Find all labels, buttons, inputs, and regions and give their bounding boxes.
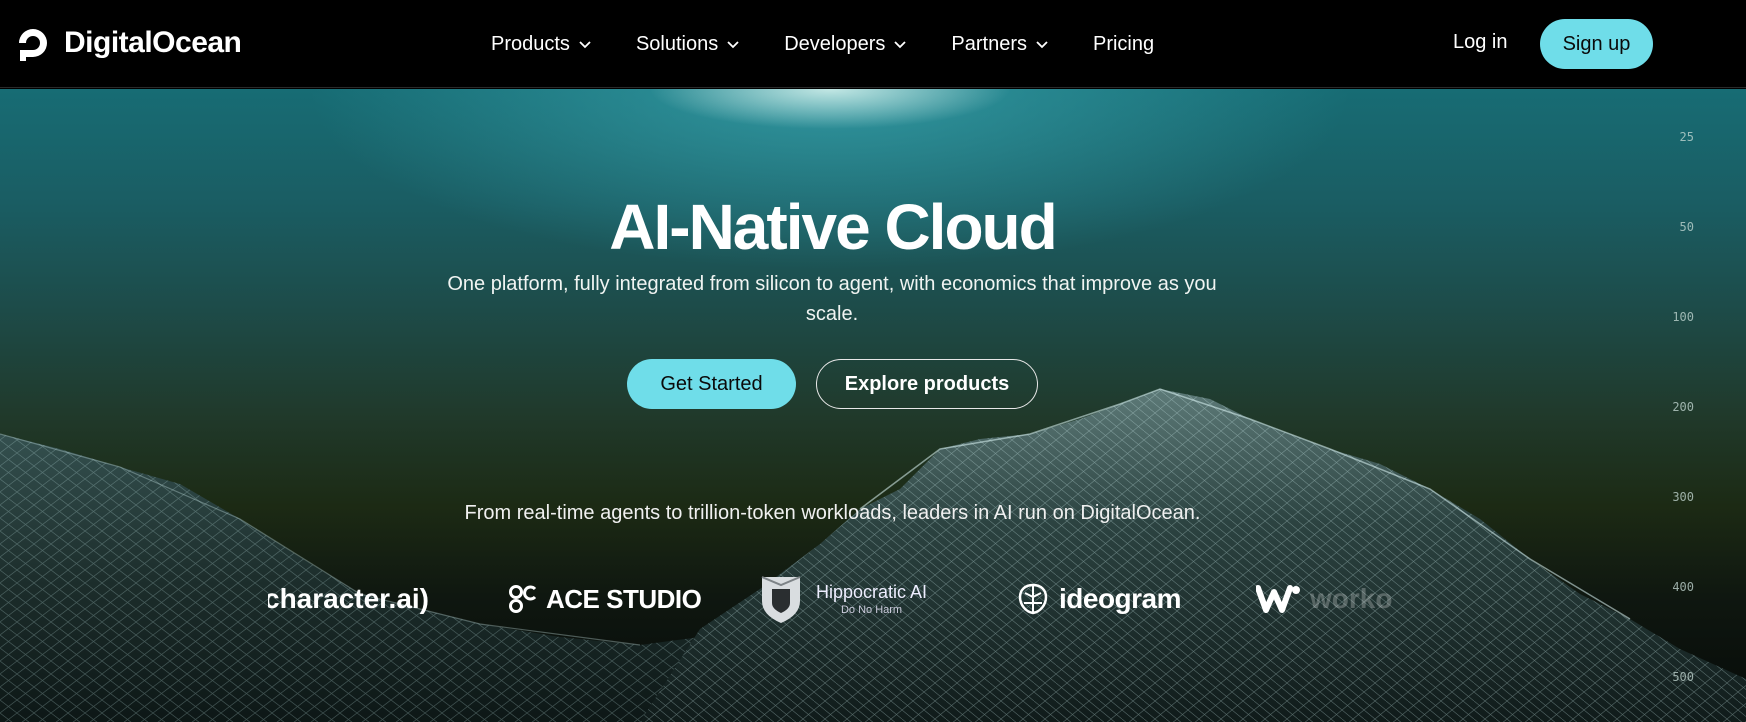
nav-item-label: Developers: [784, 32, 886, 55]
top-navigation: DigitalOcean Products Solutions Develope…: [0, 0, 1746, 88]
character-ai-wordmark: character.ai): [268, 583, 429, 614]
main-menu: Products Solutions Developers Partners P…: [491, 0, 1154, 88]
ace-studio-wordmark: ACE STUDIO: [546, 583, 702, 614]
nav-item-partners[interactable]: Partners: [951, 33, 1049, 56]
worko-w-icon: [1256, 585, 1300, 613]
chevron-down-icon: [579, 41, 591, 49]
login-link[interactable]: Log in: [1453, 31, 1508, 54]
hippocratic-ai-logo: Hippocratic AI Do No Harm: [758, 569, 927, 629]
get-started-button[interactable]: Get Started: [627, 359, 796, 409]
hero-title: AI-Native Cloud: [609, 191, 1057, 263]
chevron-down-icon: [894, 41, 907, 49]
nav-item-pricing[interactable]: Pricing: [1093, 33, 1154, 56]
brand-name: DigitalOcean: [64, 26, 242, 59]
hero-section: AI-Native Cloud One platform, fully inte…: [0, 89, 1746, 722]
hippocratic-shield-icon: [761, 576, 801, 623]
ideogram-wordmark: ideogram: [1059, 583, 1182, 614]
digitalocean-logo-icon: [19, 29, 47, 61]
nav-item-label: Products: [491, 32, 570, 55]
scale-tick: 100: [1672, 310, 1694, 324]
nav-item-solutions[interactable]: Solutions: [636, 33, 740, 56]
chevron-down-icon: [727, 41, 739, 49]
hero-subtitle: One platform, fully integrated from sili…: [447, 273, 1217, 325]
character-ai-logo: character.ai): [268, 569, 429, 629]
chevron-down-icon: [1036, 41, 1048, 49]
ideogram-brain-icon: [1018, 583, 1048, 615]
hippocratic-wordmark: Hippocratic AI: [816, 581, 928, 602]
customer-tagline: From real-time agents to trillion-token …: [464, 502, 1201, 524]
scale-tick: 400: [1672, 580, 1694, 594]
nav-item-label: Pricing: [1092, 32, 1155, 55]
nav-item-label: Solutions: [635, 32, 719, 55]
ace-studio-logo: ACE STUDIO: [508, 569, 702, 629]
nav-item-label: Partners: [951, 32, 1027, 55]
worko-logo: worko: [1256, 569, 1392, 629]
scale-tick: 300: [1672, 490, 1694, 504]
ace-studio-mark-icon: [509, 585, 537, 613]
depth-scale: 25 50 100 200 300 400 500: [1666, 89, 1746, 722]
scale-tick: 25: [1679, 130, 1694, 144]
nav-item-products[interactable]: Products: [491, 33, 592, 56]
ideogram-logo: ideogram: [1015, 569, 1182, 629]
worko-wordmark: worko: [1310, 583, 1393, 614]
scale-tick: 200: [1672, 400, 1694, 414]
brand-logo-link[interactable]: DigitalOcean: [12, 22, 242, 64]
scale-tick: 500: [1672, 670, 1694, 684]
customer-logos-carousel: character.ai) ACE STUDIO Hippocratic AI …: [268, 569, 1403, 629]
hippocratic-motto: Do No Harm: [840, 603, 903, 616]
signup-button[interactable]: Sign up: [1540, 19, 1653, 69]
nav-item-developers[interactable]: Developers: [784, 33, 907, 56]
scale-tick: 50: [1679, 220, 1694, 234]
explore-products-button[interactable]: Explore products: [816, 359, 1038, 409]
